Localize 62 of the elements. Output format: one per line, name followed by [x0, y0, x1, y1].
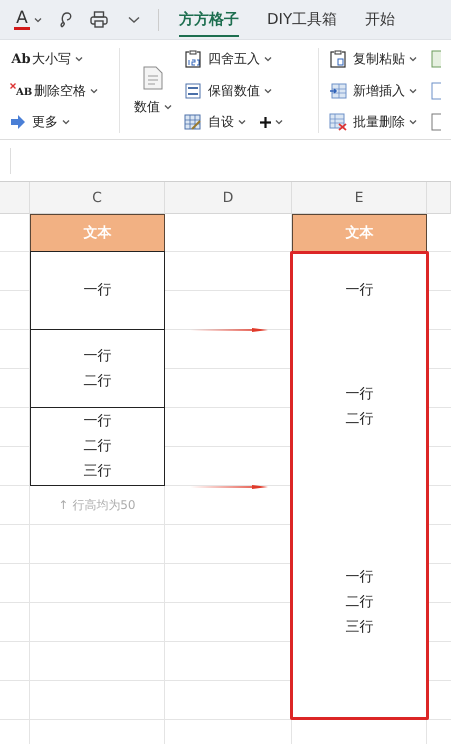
ribbon-tab[interactable]: 开始	[365, 2, 396, 37]
ribbon-button[interactable]: AB 删除空格	[10, 80, 98, 102]
ribbon-button[interactable]: 保留数值	[184, 80, 283, 102]
caret-icon	[264, 56, 272, 62]
cell-text: 三行	[84, 462, 112, 481]
caret-icon	[274, 119, 283, 125]
table-edit-icon	[184, 113, 202, 131]
ribbon-button[interactable]: 批量删除	[329, 111, 417, 133]
sheet-icon	[431, 82, 441, 100]
cell-text: 一行	[84, 412, 112, 431]
column-header[interactable]: E	[292, 182, 427, 214]
cell-text: 一行	[346, 568, 374, 586]
number-format-icon	[184, 82, 202, 100]
add-button[interactable]	[260, 114, 283, 130]
font-color-button[interactable]: A	[14, 10, 42, 30]
cell-text: 一行	[346, 385, 374, 404]
cell-text: 一行	[346, 280, 374, 300]
caret-icon	[409, 88, 417, 94]
caret-icon	[264, 88, 272, 94]
caret-icon	[62, 119, 70, 125]
caret-icon	[164, 104, 172, 110]
document-icon	[142, 66, 163, 90]
column-header[interactable]: C	[30, 182, 165, 214]
cell-text: 二行	[84, 437, 112, 456]
caret-icon	[34, 16, 42, 22]
delete-rows-icon	[329, 113, 347, 131]
caret-icon	[75, 56, 83, 62]
plus-icon	[260, 116, 271, 128]
sheet-icon	[431, 50, 441, 68]
caret-icon	[409, 119, 417, 125]
cell-text: 二行	[84, 372, 112, 390]
ribbon-button[interactable]: Ab大小写	[10, 48, 98, 70]
table-header-cell: 文本	[30, 214, 165, 252]
caret-icon	[90, 88, 98, 94]
lasso-icon[interactable]	[58, 10, 74, 28]
arrow-right-icon	[10, 115, 26, 129]
sheet-icon	[431, 113, 441, 131]
case-icon: Ab	[10, 52, 32, 66]
caret-icon	[409, 56, 417, 62]
clipboard-icon	[329, 50, 347, 68]
ribbon-tab[interactable]: DIY工具箱	[267, 2, 338, 37]
insert-column-icon	[329, 82, 347, 100]
caret-icon	[238, 119, 246, 125]
ribbon-button[interactable]: 复制粘贴	[329, 48, 417, 70]
cross-icon	[10, 83, 16, 89]
table-header-cell: 文本	[292, 214, 427, 252]
cell-text: 二行	[346, 592, 374, 612]
cell-text: 三行	[346, 618, 374, 636]
chevron-down-icon[interactable]	[128, 16, 140, 24]
remove-spaces-icon: AB	[16, 83, 32, 98]
ribbon-button[interactable]: 新增插入	[329, 80, 417, 102]
ribbon-button[interactable]: 四舍五入	[184, 48, 283, 70]
cell-text: 一行	[84, 281, 112, 300]
cell-text: 一行	[84, 346, 112, 366]
clipboard-number-icon	[184, 50, 202, 68]
printer-icon[interactable]	[90, 11, 108, 28]
number-value-button[interactable]: 数值	[130, 48, 176, 133]
column-header[interactable]: D	[165, 182, 292, 214]
ribbon-button[interactable]: 自设	[184, 111, 246, 133]
cell-text: 二行	[346, 410, 374, 429]
ribbon-tab[interactable]: 方方格子	[179, 2, 239, 37]
ribbon-button[interactable]: 更多	[10, 111, 98, 133]
